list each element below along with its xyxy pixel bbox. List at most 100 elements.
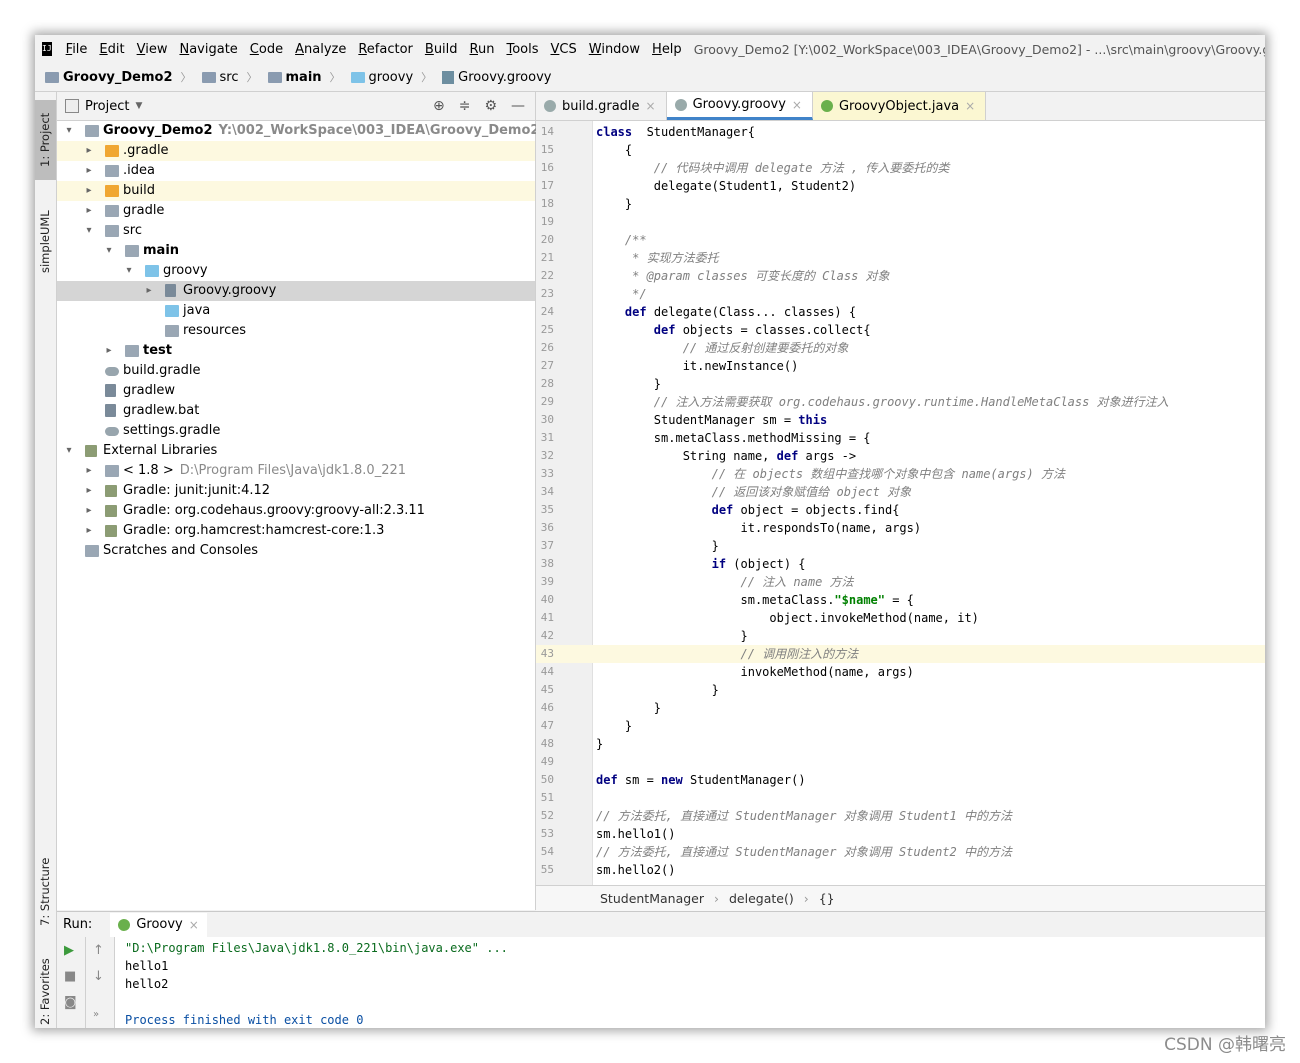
menu-build[interactable]: Build xyxy=(419,42,464,57)
tree-item[interactable]: ▸ Groovy.groovy xyxy=(57,281,535,301)
tree-item[interactable]: ▾ src xyxy=(57,221,535,241)
tree-item[interactable]: gradlew xyxy=(57,381,535,401)
menu-navigate[interactable]: Navigate xyxy=(173,42,243,57)
menu-tools[interactable]: Tools xyxy=(500,42,544,57)
run-tab-groovy[interactable]: Groovy × xyxy=(110,912,207,937)
menu-help[interactable]: Help xyxy=(646,42,688,57)
tree-item[interactable]: ▾ External Libraries xyxy=(57,441,535,461)
breadcrumb-class[interactable]: StudentManager xyxy=(600,891,704,906)
file-icon xyxy=(165,284,176,297)
menu-window[interactable]: Window xyxy=(583,42,646,57)
chevron-right-icon[interactable]: ▸ xyxy=(83,201,95,221)
menu-view[interactable]: View xyxy=(131,42,174,57)
line-number: 41 xyxy=(540,611,554,624)
tree-item-label: gradlew xyxy=(123,381,175,401)
menu-edit[interactable]: Edit xyxy=(93,42,130,57)
code-line: 35 def object = objects.find{ xyxy=(536,501,1265,519)
tree-item[interactable]: ▸ < 1.8 > D:\Program Files\Java\jdk1.8.0_2… xyxy=(57,461,535,481)
crumb-src[interactable]: src 〉 xyxy=(192,69,258,85)
chevron-right-icon[interactable]: ▸ xyxy=(83,461,95,481)
breadcrumb-block[interactable]: {} xyxy=(819,891,835,906)
tree-item[interactable]: java xyxy=(57,301,535,321)
project-tool-tab[interactable]: 1: Project xyxy=(35,100,56,180)
crumb-groovy[interactable]: groovy 〉 xyxy=(341,69,432,85)
chevron-right-icon[interactable]: ▸ xyxy=(83,521,95,541)
chevron-down-icon[interactable]: ▾ xyxy=(83,221,95,241)
code-line: 17 delegate(Student1, Student2) xyxy=(536,177,1265,195)
chevron-right-icon[interactable]: ▸ xyxy=(83,481,95,501)
menu-analyze[interactable]: Analyze xyxy=(289,42,352,57)
chevron-right-icon[interactable]: ▸ xyxy=(83,501,95,521)
camera-icon[interactable]: ◙ xyxy=(64,995,77,1010)
editor-tab[interactable]: build.gradle × xyxy=(536,92,667,120)
chevron-down-icon[interactable]: ▾ xyxy=(63,441,75,461)
tree-item[interactable]: settings.gradle xyxy=(57,421,535,441)
menu-refactor[interactable]: Refactor xyxy=(352,42,419,57)
chevron-right-icon[interactable]: ▸ xyxy=(83,181,95,201)
chevron-right-icon[interactable]: ▸ xyxy=(83,161,95,181)
gear-icon[interactable]: ⚙ xyxy=(484,98,497,114)
close-icon[interactable]: × xyxy=(646,99,656,113)
minimize-icon[interactable]: — xyxy=(511,98,525,114)
chevron-right-icon[interactable]: ▸ xyxy=(83,141,95,161)
tree-item[interactable]: resources xyxy=(57,321,535,341)
code-editor[interactable]: 14 class StudentManager{15 {16 // 代码块中调用 … xyxy=(536,121,1265,885)
editor-tab[interactable]: Groovy.groovy × xyxy=(666,92,813,120)
run-console[interactable]: "D:\Program Files\Java\jdk1.8.0_221\bin\… xyxy=(115,937,1265,1028)
close-icon[interactable]: × xyxy=(792,98,802,112)
favorites-tool-tab[interactable]: 2: Favorites xyxy=(35,952,56,1028)
tree-item[interactable]: ▸ Gradle: org.codehaus.groovy:groovy-all:… xyxy=(57,501,535,521)
menu-vcs[interactable]: VCS xyxy=(545,42,583,57)
rerun-icon[interactable]: ▶ xyxy=(64,943,74,958)
tree-item[interactable]: build.gradle xyxy=(57,361,535,381)
tree-item[interactable]: ▸ gradle xyxy=(57,201,535,221)
tree-item[interactable]: ▸ Gradle: org.hamcrest:hamcrest-core:1.3 xyxy=(57,521,535,541)
menu-code[interactable]: Code xyxy=(244,42,289,57)
chevron-right-icon[interactable]: ▸ xyxy=(103,341,115,361)
tree-item[interactable]: ▾ groovy xyxy=(57,261,535,281)
code-text: } xyxy=(596,195,632,213)
tree-item[interactable]: gradlew.bat xyxy=(57,401,535,421)
code-token: * @param classes 可变长度的 Class 对象 xyxy=(632,269,890,283)
tree-item-name: build.gradle xyxy=(123,363,201,378)
chevron-down-icon[interactable]: ▾ xyxy=(123,261,135,281)
crumb-main[interactable]: main 〉 xyxy=(258,69,341,85)
folder-icon xyxy=(85,545,99,557)
crumb-project[interactable]: Groovy_Demo2 〉 xyxy=(35,69,192,85)
project-view-selector[interactable]: Project ▼ xyxy=(65,99,142,114)
code-line: 20 /** xyxy=(536,231,1265,249)
folder-icon xyxy=(105,225,119,237)
close-icon[interactable]: × xyxy=(189,918,199,932)
tree-item-label: build.gradle xyxy=(123,361,201,381)
menu-file[interactable]: File xyxy=(60,42,94,57)
editor-tab[interactable]: GroovyObject.java × xyxy=(812,92,987,120)
simpleuml-tool-tab[interactable]: simpleUML xyxy=(35,192,56,292)
close-icon[interactable]: × xyxy=(965,99,975,113)
tree-item[interactable]: ▾ main xyxy=(57,241,535,261)
stop-icon[interactable]: ■ xyxy=(64,969,76,984)
more-icon[interactable]: » xyxy=(93,1009,99,1020)
arrow-up-icon[interactable]: ↑ xyxy=(93,943,104,958)
tree-item[interactable]: ▸ build xyxy=(57,181,535,201)
menu-run[interactable]: Run xyxy=(464,42,501,57)
chevron-right-icon[interactable]: ▸ xyxy=(143,281,155,301)
tree-item-label: Gradle: org.hamcrest:hamcrest-core:1.3 xyxy=(123,521,384,541)
breadcrumb-method[interactable]: delegate() xyxy=(729,891,794,906)
editor-tab-label: build.gradle xyxy=(562,98,640,114)
tree-item[interactable]: ▾ Groovy_Demo2 Y:\002_WorkSpace\003_IDEA\G… xyxy=(57,121,539,141)
crumb-file[interactable]: Groovy.groovy xyxy=(432,70,551,85)
structure-tool-tab[interactable]: 7: Structure xyxy=(35,852,56,932)
tree-item[interactable]: ▸ test xyxy=(57,341,535,361)
tree-item[interactable]: ▸ Gradle: junit:junit:4.12 xyxy=(57,481,535,501)
arrow-down-icon[interactable]: ↓ xyxy=(93,969,104,984)
collapse-all-icon[interactable]: ≑ xyxy=(459,98,471,114)
tree-item[interactable]: ▸ .idea xyxy=(57,161,535,181)
locate-icon[interactable]: ⊕ xyxy=(433,98,445,114)
chevron-down-icon[interactable]: ▾ xyxy=(63,121,75,141)
chevron-down-icon[interactable]: ▾ xyxy=(103,241,115,261)
file-icon xyxy=(105,404,116,417)
tree-item[interactable]: ▸ .gradle xyxy=(57,141,535,161)
tree-item[interactable]: Scratches and Consoles xyxy=(57,541,535,561)
